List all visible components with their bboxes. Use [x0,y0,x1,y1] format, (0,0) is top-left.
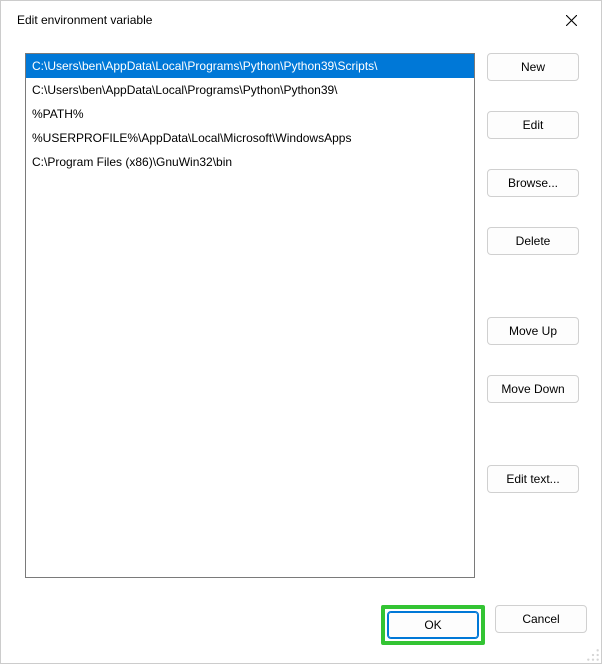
dialog-title: Edit environment variable [17,13,152,27]
list-item[interactable]: C:\Users\ben\AppData\Local\Programs\Pyth… [26,54,474,78]
close-button[interactable] [549,5,593,35]
move-down-button[interactable]: Move Down [487,375,579,403]
edit-button[interactable]: Edit [487,111,579,139]
ok-button[interactable]: OK [387,611,479,639]
new-button[interactable]: New [487,53,579,81]
path-listbox[interactable]: C:\Users\ben\AppData\Local\Programs\Pyth… [25,53,475,578]
list-item[interactable]: C:\Users\ben\AppData\Local\Programs\Pyth… [26,78,474,102]
browse-button[interactable]: Browse... [487,169,579,197]
list-item[interactable]: %PATH% [26,102,474,126]
dialog-content: C:\Users\ben\AppData\Local\Programs\Pyth… [1,39,601,589]
edit-env-variable-dialog: Edit environment variable C:\Users\ben\A… [0,0,602,664]
cancel-button[interactable]: Cancel [495,605,587,633]
list-item[interactable]: %USERPROFILE%\AppData\Local\Microsoft\Wi… [26,126,474,150]
dialog-footer: OK Cancel [1,589,601,663]
resize-grip-icon[interactable] [586,648,600,662]
ok-highlight-box: OK [381,605,485,645]
close-icon [566,15,577,26]
list-item[interactable]: C:\Program Files (x86)\GnuWin32\bin [26,150,474,174]
side-button-column: New Edit Browse... Delete Move Up Move D… [487,53,579,589]
delete-button[interactable]: Delete [487,227,579,255]
edit-text-button[interactable]: Edit text... [487,465,579,493]
move-up-button[interactable]: Move Up [487,317,579,345]
titlebar: Edit environment variable [1,1,601,39]
